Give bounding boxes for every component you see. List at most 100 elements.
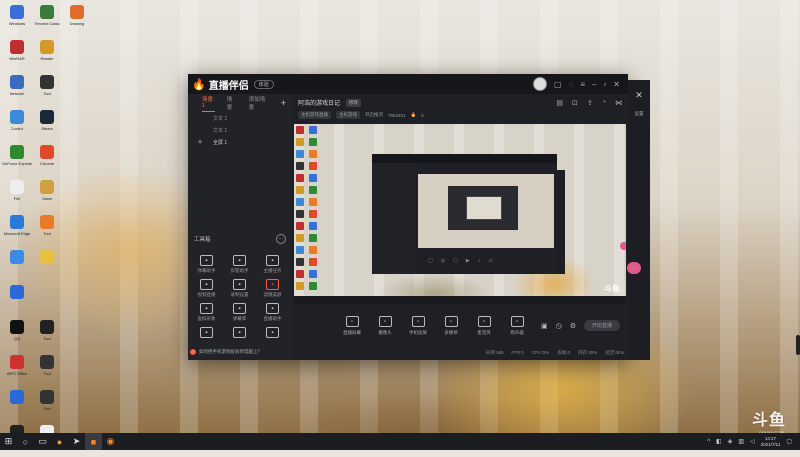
desktop-icon[interactable]: QQ <box>2 317 32 352</box>
chrome-taskbar-icon[interactable]: ● <box>51 433 68 450</box>
message-icon[interactable]: ▢ <box>554 80 562 89</box>
panel-close-icon[interactable]: ✕ <box>628 90 650 101</box>
category-chip[interactable]: 主机游戏直播 <box>298 111 331 119</box>
subcategory-chip[interactable]: 主机游戏 <box>336 111 360 119</box>
user-avatar[interactable] <box>533 77 547 91</box>
lock-icon[interactable]: ⊡ <box>572 99 578 107</box>
desktop-icon[interactable]: Chrome <box>32 142 62 177</box>
tab-add-scene[interactable]: 添加场景 <box>249 95 269 111</box>
volume-icon[interactable]: ◁ <box>750 438 755 445</box>
desktop-icon[interactable]: Tool <box>32 317 62 352</box>
share-icon[interactable]: ⇪ <box>587 99 593 107</box>
desktop-icon[interactable]: Windows <box>2 2 32 37</box>
desktop-icon[interactable] <box>2 247 32 282</box>
desktop-icon[interactable]: Tencent Class <box>32 2 62 37</box>
douyu-taskbar-icon[interactable]: ◉ <box>102 433 119 450</box>
tab-scene-2[interactable]: 场景 <box>227 95 237 111</box>
edge-scroll-handle[interactable] <box>796 335 800 355</box>
record-icon[interactable]: ▣ <box>541 322 548 330</box>
skin-icon[interactable]: ◌ <box>569 80 574 89</box>
tool-helper[interactable]: ▪ 直播助手 <box>256 300 289 324</box>
desktop-icon[interactable]: Microsoft Edge <box>2 212 32 247</box>
desktop-icon[interactable]: WinRAR <box>2 37 32 72</box>
desktop-icon[interactable]: Tool <box>32 352 62 387</box>
bell-icon[interactable]: ◔ <box>602 99 606 107</box>
preview-desktop-icon <box>309 246 317 254</box>
tool-triangle[interactable]: ▪ <box>256 324 289 348</box>
panel-settings-label[interactable]: 设置 <box>628 111 650 117</box>
tool-danmaku[interactable]: ▪ 弹幕助手 <box>190 252 223 276</box>
start-live-button[interactable]: 开始直播 <box>583 320 620 331</box>
tool-list[interactable]: ▪ 弹幕库 <box>223 300 256 324</box>
camera-icon: ▪ <box>200 327 213 338</box>
control-media[interactable]: ▫ 多媒体 <box>439 316 463 336</box>
preview-desktop-icon <box>309 210 317 218</box>
desktop-icon[interactable] <box>2 387 32 422</box>
control-speaker[interactable]: ▫ 扬声器 <box>505 316 529 336</box>
timer-icon[interactable]: ◷ <box>556 322 562 330</box>
desktop-icon[interactable]: Control <box>2 107 32 142</box>
visibility-icon[interactable]: · <box>198 127 208 133</box>
desktop-icon[interactable]: Tool <box>32 387 62 422</box>
bottom-controls: ▫ 直播屏幕 ▫ 摄像头 ▫ 手机投屏 ▫ 多媒体 ▫ 麦克风 ▫ 扬声器 ▣ ◷ ⚙ 开始直播 码率… <box>292 306 628 360</box>
feishu-taskbar-icon[interactable]: ➤ <box>68 433 85 450</box>
desktop-icon[interactable]: Game <box>32 177 62 212</box>
version-badge[interactable]: 体验 <box>253 79 274 89</box>
room-title[interactable]: 阿浩的游戏日记 <box>298 98 340 107</box>
floating-pink-badge[interactable]: ◦ <box>627 262 641 274</box>
start-icon[interactable]: ⊞ <box>0 433 17 450</box>
desktop-icon[interactable] <box>2 282 32 317</box>
desktop-icon[interactable]: Tool <box>32 212 62 247</box>
desktop-icon[interactable]: Network <box>2 72 32 107</box>
edit-room-button[interactable]: 修改 <box>346 98 362 107</box>
desktop-icon[interactable]: Reader <box>32 37 62 72</box>
control-mic[interactable]: ▫ 麦克风 <box>472 316 496 336</box>
task-view-icon[interactable]: ▭ <box>34 433 51 450</box>
desktop-icon[interactable]: WPS Office <box>2 352 32 387</box>
tool-user[interactable]: ▪ 房管助手 <box>223 252 256 276</box>
tray-app-icon[interactable]: ◧ <box>716 438 722 445</box>
source-item[interactable]: · 文本 2 <box>188 112 292 124</box>
minimize-icon[interactable]: – <box>592 80 596 89</box>
eye-icon[interactable]: ◉ <box>198 139 208 145</box>
tool-avatar[interactable]: ▪ 虚拟形象 <box>190 300 223 324</box>
desktop-icon[interactable]: Tool <box>32 72 62 107</box>
desktop-icon[interactable]: GeForce Experience <box>2 142 32 177</box>
desktop-icon[interactable]: File <box>2 177 32 212</box>
source-item[interactable]: · 文本 1 <box>188 124 292 136</box>
tip-text[interactable]: 如何把手机游戏投屏到电脑上？ <box>199 349 262 355</box>
desktop-icon[interactable] <box>32 247 62 282</box>
tool-camera[interactable]: ▪ <box>190 324 223 348</box>
control-screen[interactable]: ▫ 直播屏幕 <box>340 316 364 336</box>
notification-icon[interactable]: ▢ <box>786 438 792 445</box>
source-item[interactable]: ◉ 全屏 1 <box>188 136 292 148</box>
network-icon[interactable]: ▥ <box>738 438 744 445</box>
tool-filter[interactable]: ▪ 滤镜美颜 <box>256 276 289 300</box>
taskbar-clock[interactable]: 14:27 2021/7/11 <box>761 436 781 448</box>
tray-arrow-icon[interactable]: ^ <box>707 439 710 445</box>
stream-preview[interactable]: ▢ ◎ ▢ ▶ ♪ ◁ 斗鱼 <box>294 124 626 304</box>
calendar-icon[interactable]: ▤ <box>556 99 563 107</box>
tray-shield-icon[interactable]: ◈ <box>728 438 733 445</box>
live-assistant-taskbar-icon[interactable]: ■ <box>85 433 102 450</box>
tool-mountain[interactable]: ▪ <box>223 324 256 348</box>
desktop-icon[interactable]: Steam <box>32 107 62 142</box>
tool-video[interactable]: ▪ 视频直播 <box>190 276 223 300</box>
close-icon[interactable]: ✕ <box>613 80 620 89</box>
toolbox-settings-icon[interactable]: ⋯ <box>276 234 286 244</box>
control-camera[interactable]: ▫ 摄像头 <box>373 316 397 336</box>
search-icon[interactable]: ○ <box>17 433 34 450</box>
settings-gear-icon[interactable]: ⚙ <box>570 322 576 330</box>
visibility-icon[interactable]: · <box>198 115 208 121</box>
menu-icon[interactable]: ≡ <box>580 80 585 89</box>
maximize-icon[interactable]: ▫ <box>603 80 606 89</box>
download-icon: ▪ <box>233 279 246 290</box>
control-phone[interactable]: ▫ 手机投屏 <box>406 316 430 336</box>
tool-download[interactable]: ▪ 录制设置 <box>223 276 256 300</box>
desktop-icon[interactable]: Drawing <box>62 2 92 37</box>
tool-shield[interactable]: ▪ 主播任务 <box>256 252 289 276</box>
network-share-icon[interactable]: ⋈ <box>615 99 622 107</box>
add-scene-icon[interactable]: + <box>281 98 286 108</box>
tab-scene-1[interactable]: 场景1 <box>202 95 215 112</box>
help-tip[interactable]: ! 如何把手机游戏投屏到电脑上？ <box>190 347 290 356</box>
